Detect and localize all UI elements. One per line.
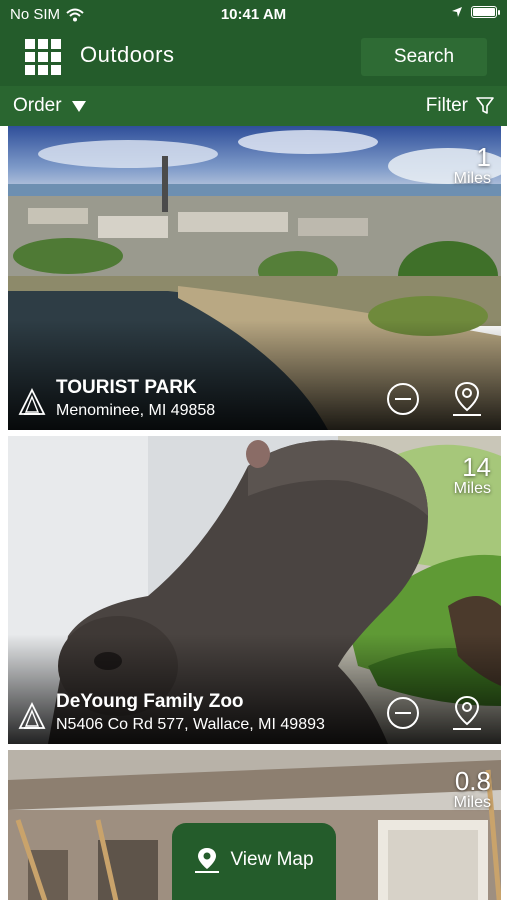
distance-unit: Miles	[453, 170, 491, 187]
place-address: Menominee, MI 49858	[56, 402, 216, 419]
distance-badge: 1 Miles	[454, 144, 491, 188]
order-label: Order	[13, 95, 62, 116]
remove-circle-icon[interactable]	[386, 382, 420, 416]
map-pin-icon[interactable]	[450, 694, 484, 732]
distance-unit: Miles	[453, 480, 491, 497]
sort-filter-bar: Order Filter	[0, 86, 507, 126]
campground-icon	[18, 388, 46, 415]
page-title: Outdoors	[80, 42, 175, 67]
grid-menu-icon[interactable]	[25, 39, 61, 75]
campground-icon	[18, 702, 46, 729]
distance-value: 14	[462, 452, 491, 482]
battery-icon	[471, 6, 500, 18]
map-pin-icon	[195, 847, 220, 873]
view-map-button[interactable]: View Map	[172, 823, 336, 900]
distance-badge: 0.8 Miles	[454, 768, 491, 812]
distance-unit: Miles	[453, 794, 491, 811]
distance-value: 1	[476, 142, 491, 172]
view-map-label: View Map	[230, 848, 314, 870]
order-dropdown[interactable]: Order	[13, 95, 86, 117]
filter-button[interactable]: Filter	[426, 95, 494, 117]
distance-badge: 14 Miles	[454, 454, 491, 498]
caret-down-icon	[71, 100, 86, 112]
place-info: DeYoung Family Zoo N5406 Co Rd 577, Wall…	[56, 690, 325, 736]
remove-circle-icon[interactable]	[386, 696, 420, 730]
status-bar: No SIM 10:41 AM	[0, 0, 507, 30]
funnel-icon	[476, 97, 494, 114]
map-pin-icon[interactable]	[450, 380, 484, 418]
search-button[interactable]: Search	[361, 38, 487, 76]
place-name: DeYoung Family Zoo	[56, 691, 244, 712]
place-address: N5406 Co Rd 577, Wallace, MI 49893	[56, 716, 325, 733]
location-arrow-icon	[452, 7, 462, 17]
place-name: TOURIST PARK	[56, 377, 197, 398]
app-bar: Outdoors Search	[0, 30, 507, 86]
place-card[interactable]: 1 Miles TOURIST PARK Menominee, MI 49858	[8, 126, 501, 430]
filter-label: Filter	[425, 95, 468, 116]
distance-value: 0.8	[454, 766, 491, 796]
clock: 10:41 AM	[220, 6, 287, 23]
place-card[interactable]: 14 Miles DeYoung Family Zoo N5406 Co Rd …	[8, 436, 501, 744]
place-info: TOURIST PARK Menominee, MI 49858	[56, 376, 215, 422]
places-list[interactable]: 1 Miles TOURIST PARK Menominee, MI 49858	[0, 126, 507, 900]
